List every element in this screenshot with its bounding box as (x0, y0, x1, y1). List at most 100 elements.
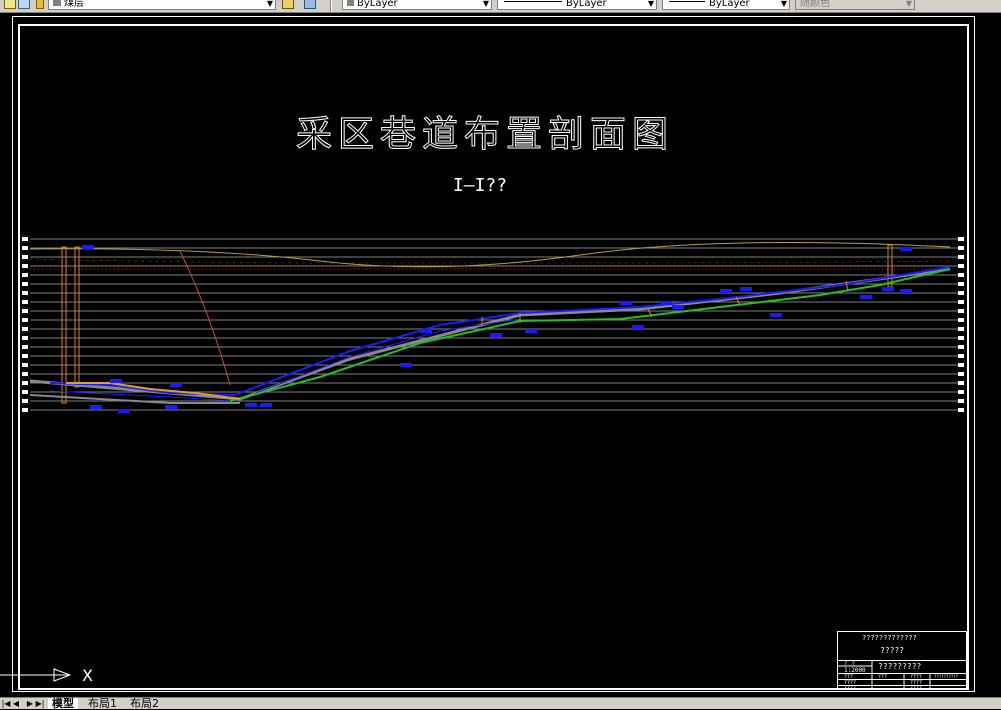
chevron-down-icon: ▼ (905, 0, 912, 8)
borehole-marker (660, 301, 672, 305)
ucs-x-label: X (82, 666, 93, 685)
weathered-layer (29, 258, 951, 264)
layer-dropdown-value: 煤层 (64, 0, 84, 9)
borehole-marker (525, 329, 537, 333)
layer-previous-icon[interactable] (304, 0, 316, 9)
ucs-icon: X (0, 666, 93, 685)
elevation-tick (958, 354, 964, 358)
chevron-down-icon: ▼ (482, 0, 489, 8)
main-roadway (229, 268, 951, 402)
section-label: I—I?? (452, 175, 508, 196)
plotstyle-dropdown-value: 随颜色 (800, 0, 830, 9)
elevation-tick (22, 390, 28, 394)
borehole-marker (490, 333, 502, 337)
elevation-tick (22, 291, 28, 295)
linetype-preview (504, 1, 562, 2)
borehole-marker (420, 329, 432, 333)
elevation-tick (22, 237, 28, 241)
borehole-marker (165, 405, 177, 409)
surface-line (29, 242, 951, 268)
elevation-tick (958, 318, 964, 322)
coal-seam-upper (49, 266, 951, 397)
elevation-tick (22, 309, 28, 313)
properties-toolbar: 煤层 ▼ ByLayer ▼ ByLayer ▼ ByLayer ▼ 随颜色 ▼ (0, 0, 1001, 13)
borehole-marker (900, 247, 912, 251)
chevron-down-icon: ▼ (647, 0, 654, 8)
layer-dropdown[interactable]: 煤层 ▼ (48, 0, 276, 10)
layer-lock-icon[interactable] (36, 0, 44, 9)
borehole-marker (260, 403, 272, 407)
elevation-tick (22, 399, 28, 403)
elevation-tick (958, 282, 964, 286)
elevation-tick (958, 291, 964, 295)
borehole-marker (110, 379, 122, 383)
tab-prev-button[interactable]: ◀ (10, 698, 22, 709)
layer-state-icon[interactable] (4, 0, 16, 9)
borehole-marker (720, 289, 732, 293)
elevation-tick (958, 345, 964, 349)
chevron-down-icon: ▼ (780, 0, 787, 8)
chevron-down-icon: ▼ (266, 0, 273, 8)
layout-tab-bar: |◀ ◀ ▶ ▶| 模型 布局1 布局2 (0, 697, 1001, 709)
borehole-marker (740, 287, 752, 291)
elevation-tick (22, 354, 28, 358)
color-dropdown-value: ByLayer (357, 0, 398, 9)
make-object-layer-current-icon[interactable] (282, 0, 294, 9)
borehole-marker (400, 363, 412, 367)
cross-section-diagram (22, 237, 964, 413)
elevation-tick (22, 363, 28, 367)
auxiliary-shaft (74, 246, 80, 388)
elevation-tick (958, 273, 964, 277)
elevation-tick (22, 381, 28, 385)
elevation-tick (22, 282, 28, 286)
elevation-tick (22, 273, 28, 277)
main-shaft (61, 246, 67, 404)
elevation-tick (958, 300, 964, 304)
borehole-marker (882, 287, 894, 291)
borehole-marker (245, 403, 257, 407)
lineweight-dropdown[interactable]: ByLayer ▼ (662, 0, 790, 10)
elevation-tick (22, 318, 28, 322)
elevation-tick (958, 309, 964, 313)
elevation-tick (958, 408, 964, 412)
elevation-tick (22, 255, 28, 259)
elevation-tick (958, 255, 964, 259)
elevation-tick (958, 327, 964, 331)
elevation-tick (22, 327, 28, 331)
elevation-tick (958, 372, 964, 376)
elevation-tick (958, 246, 964, 250)
borehole-marker (170, 383, 182, 387)
color-dropdown[interactable]: ByLayer ▼ (342, 0, 492, 10)
tab-model[interactable]: 模型 (48, 698, 78, 709)
elevation-tick (22, 345, 28, 349)
layer-freeze-icon[interactable] (18, 0, 30, 9)
elevation-tick (22, 408, 28, 412)
elevation-tick (958, 264, 964, 268)
elevation-tick (958, 390, 964, 394)
tab-last-button[interactable]: ▶| (34, 698, 46, 709)
elevation-tick (958, 237, 964, 241)
tab-layout2[interactable]: 布局2 (126, 698, 163, 709)
elevation-tick (958, 399, 964, 403)
elevation-tick (22, 336, 28, 340)
lineweight-dropdown-value: ByLayer (709, 0, 750, 9)
elevation-tick (22, 264, 28, 268)
borehole-marker (770, 313, 782, 317)
lineweight-preview (669, 1, 705, 2)
elevation-tick (958, 336, 964, 340)
color-swatch (347, 0, 354, 6)
borehole-marker (620, 301, 632, 305)
borehole-marker (860, 295, 872, 299)
layer-color-swatch (53, 0, 61, 6)
tab-layout1[interactable]: 布局1 (84, 698, 121, 709)
elevation-tick (958, 363, 964, 367)
borehole-marker (90, 405, 102, 409)
borehole-marker (118, 409, 130, 413)
plotstyle-dropdown: 随颜色 ▼ (795, 0, 915, 10)
elevation-tick (22, 300, 28, 304)
elevation-tick (958, 381, 964, 385)
title-block-grid (838, 660, 931, 689)
title-block: ????????????? ????? ? ? 1:2000 ?????????… (837, 631, 967, 691)
elevation-tick (22, 246, 28, 250)
linetype-dropdown[interactable]: ByLayer ▼ (497, 0, 657, 10)
